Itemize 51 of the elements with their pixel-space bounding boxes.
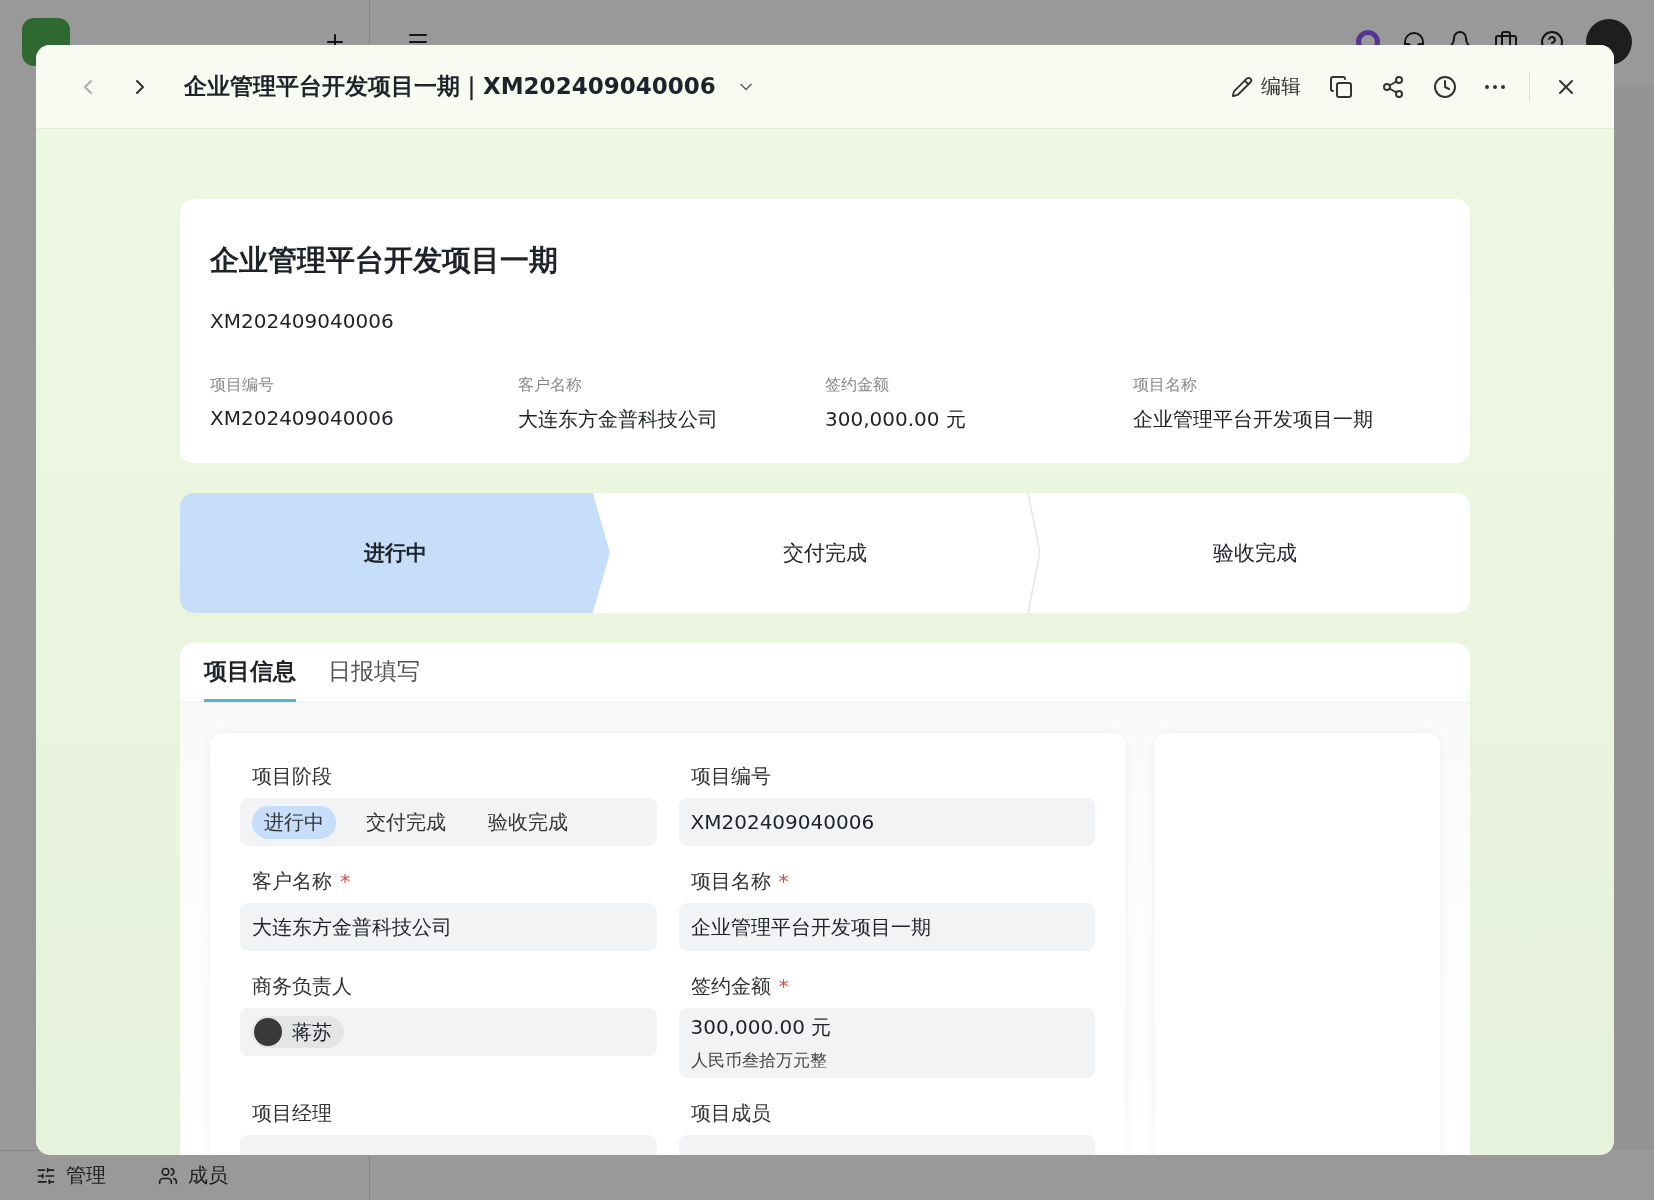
field-box[interactable]: 进行中 交付完成 验收完成 — [240, 798, 657, 846]
users-icon — [158, 1165, 178, 1186]
pencil-icon — [1231, 75, 1253, 98]
clock-icon — [1433, 74, 1457, 99]
field-label: 项目名称 — [690, 869, 771, 893]
edit-button[interactable]: 编辑 — [1227, 69, 1305, 104]
field-label: 项目成员 — [690, 1101, 771, 1125]
field-label: 签约金额 — [690, 974, 771, 998]
summary-label: 项目名称 — [1132, 375, 1198, 396]
stage-option[interactable]: 交付完成 — [354, 805, 458, 839]
avatar-icon — [254, 1018, 282, 1046]
field-value: 大连东方金普科技公司 — [252, 913, 453, 941]
field-label: 客户名称 — [252, 869, 332, 893]
copy-icon — [1329, 74, 1353, 99]
summary-label: 客户名称 — [517, 375, 583, 396]
field-label: 商务负责人 — [252, 974, 352, 998]
nav-item[interactable]: 成员 — [152, 1161, 234, 1190]
share-icon — [1381, 74, 1405, 99]
field-box[interactable]: 300,000.00 元 人民币叁拾万元整 — [678, 1008, 1095, 1078]
required-mark: * — [778, 869, 789, 893]
field-value: 300,000.00 元 — [690, 1014, 833, 1041]
field-value: XM202409040006 — [690, 810, 876, 834]
field-box[interactable]: 企业管理平台开发项目一期 — [678, 903, 1095, 951]
stage-option[interactable]: 进行中 — [252, 805, 336, 839]
dialog-title: 企业管理平台开发项目一期｜XM202409040006 — [184, 72, 716, 102]
nav-item[interactable]: 管理 — [30, 1161, 112, 1190]
project-title: 企业管理平台开发项目一期 — [210, 242, 559, 279]
summary-value: 大连东方金普科技公司 — [517, 406, 719, 433]
person-name: 蒋苏 — [292, 1018, 332, 1046]
field-label: 项目阶段 — [252, 764, 332, 788]
more-icon — [1485, 84, 1505, 89]
sliders-icon — [36, 1165, 56, 1186]
required-mark: * — [778, 974, 789, 998]
stage-option[interactable]: 验收完成 — [476, 805, 580, 839]
summary-value: 300,000.00 元 — [825, 406, 967, 433]
summary-value: XM202409040006 — [210, 406, 395, 430]
field-value: 企业管理平台开发项目一期 — [690, 913, 932, 941]
field-box[interactable]: 大连东方金普科技公司 — [240, 903, 657, 951]
required-mark: * — [340, 869, 350, 893]
project-code: XM202409040006 — [210, 309, 395, 333]
field-label: 项目编号 — [690, 764, 771, 788]
field-box[interactable]: 蒋苏 — [240, 1008, 657, 1056]
summary-label: 项目编号 — [210, 375, 275, 396]
summary-label: 签约金额 — [825, 375, 890, 396]
tab[interactable]: 日报填写 — [328, 643, 420, 702]
summary-value: 企业管理平台开发项目一期 — [1132, 406, 1374, 433]
stage-step[interactable]: 验收完成 — [1040, 493, 1470, 613]
amount-note: 人民币叁拾万元整 — [690, 1049, 828, 1072]
stage-step[interactable]: 进行中 — [180, 493, 610, 613]
field-label: 项目经理 — [252, 1101, 332, 1125]
field-box[interactable]: XM202409040006 — [678, 798, 1095, 846]
